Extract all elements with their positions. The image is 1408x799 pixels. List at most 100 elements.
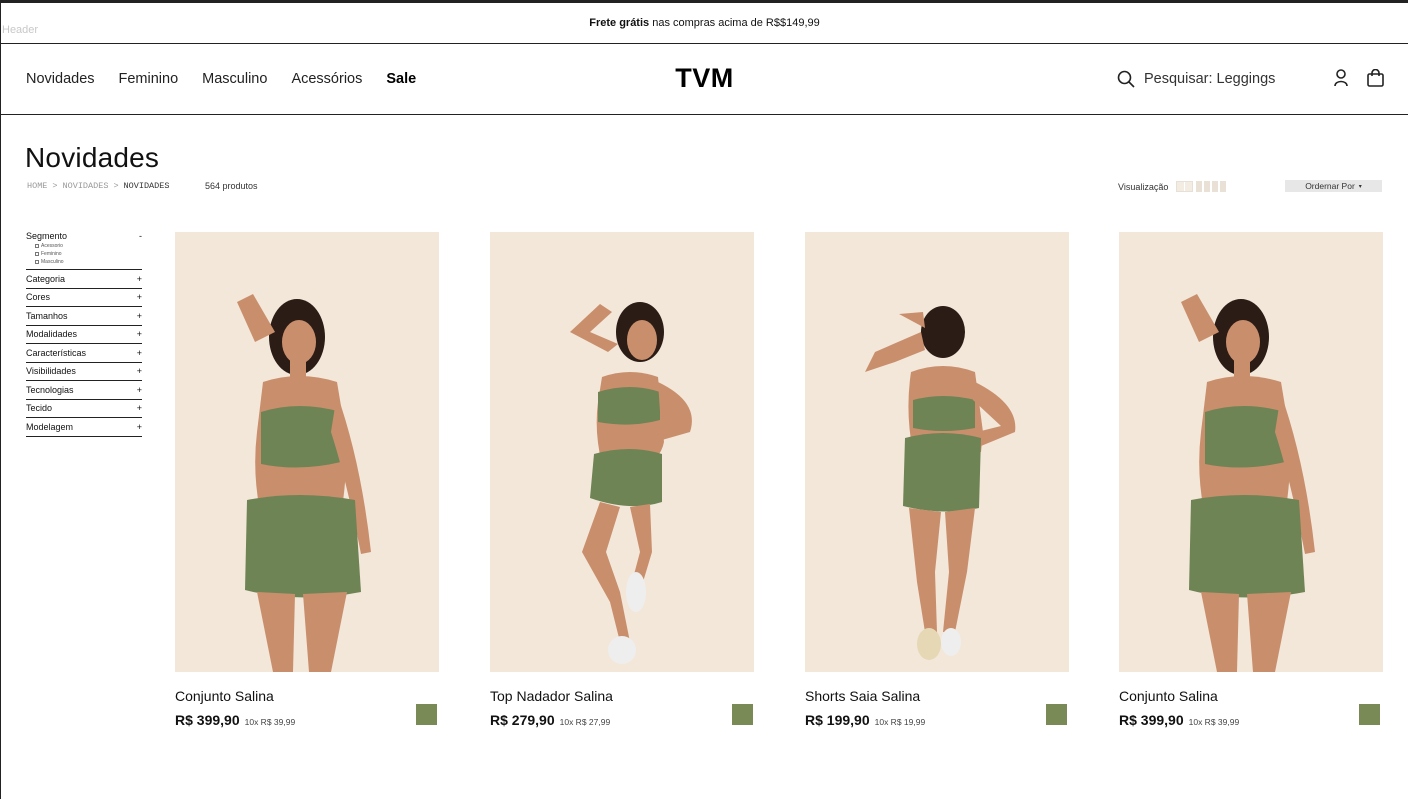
nav-sale[interactable]: Sale bbox=[386, 71, 416, 87]
filter-label: Modalidades bbox=[26, 329, 78, 340]
segmento-option-masculino[interactable]: Masculino bbox=[35, 258, 142, 266]
color-swatch[interactable] bbox=[416, 704, 437, 725]
product-card[interactable]: Conjunto Salina R$ 399,90 10x R$ 39,99 bbox=[175, 232, 439, 728]
color-swatch[interactable] bbox=[1359, 704, 1380, 725]
filter-tecido[interactable]: Tecido + bbox=[26, 400, 142, 418]
checkbox[interactable] bbox=[35, 260, 39, 264]
expand-icon: + bbox=[136, 310, 142, 321]
page-title: Novidades bbox=[25, 142, 160, 173]
promo-message: Frete grátis nas compras acima de R$$149… bbox=[1, 17, 1408, 29]
color-swatch[interactable] bbox=[732, 704, 753, 725]
filter-label: Tecido bbox=[26, 403, 53, 414]
filter-tamanhos[interactable]: Tamanhos + bbox=[26, 307, 142, 326]
view-toggles bbox=[1176, 181, 1227, 192]
search-field[interactable]: Pesquisar: Leggings bbox=[1117, 70, 1275, 88]
product-name[interactable]: Conjunto Salina bbox=[1119, 688, 1383, 704]
filter-tecnologias[interactable]: Tecnologias + bbox=[26, 381, 142, 400]
collapse-icon: - bbox=[139, 230, 142, 241]
filter-modelagem[interactable]: Modelagem + bbox=[26, 418, 142, 437]
filter-segmento-label: Segmento bbox=[26, 230, 68, 241]
product-count: 564 produtos bbox=[205, 181, 258, 191]
expand-icon: + bbox=[136, 384, 142, 395]
nav-acessorios[interactable]: Acessórios bbox=[291, 71, 362, 87]
product-price: R$ 399,90 bbox=[175, 712, 240, 728]
expand-icon: + bbox=[136, 366, 142, 377]
promo-rest: nas compras acima de R$$149,99 bbox=[649, 17, 820, 29]
product-name[interactable]: Top Nadador Salina bbox=[490, 688, 754, 704]
filter-sidebar: Segmento - Acessorio Feminino Masculino … bbox=[26, 229, 142, 437]
search-text: Pesquisar: Leggings bbox=[1144, 71, 1276, 87]
nav-feminino[interactable]: Feminino bbox=[119, 71, 179, 87]
filter-label: Cores bbox=[26, 292, 51, 303]
filter-label: Tecnologias bbox=[26, 384, 74, 395]
main-nav: Novidades Feminino Masculino Acessórios … bbox=[26, 71, 416, 87]
product-image[interactable] bbox=[1119, 232, 1383, 672]
view-two-columns-icon[interactable] bbox=[1176, 181, 1194, 192]
product-price: R$ 199,90 bbox=[805, 712, 870, 728]
price-row: R$ 399,90 10x R$ 39,99 bbox=[1119, 712, 1383, 728]
segmento-option-feminino[interactable]: Feminino bbox=[35, 250, 142, 258]
color-swatch[interactable] bbox=[1046, 704, 1067, 725]
product-price: R$ 279,90 bbox=[490, 712, 555, 728]
breadcrumb-novidades[interactable]: NOVIDADES bbox=[63, 181, 109, 191]
sort-label: Ordernar Por bbox=[1305, 181, 1355, 191]
filter-label: Visibilidades bbox=[26, 366, 76, 377]
segmento-options: Acessorio Feminino Masculino bbox=[26, 242, 142, 270]
user-icon[interactable] bbox=[1334, 69, 1348, 87]
brand-logo[interactable]: TVM bbox=[675, 63, 734, 93]
segmento-option-acessorio[interactable]: Acessorio bbox=[35, 242, 142, 250]
product-card[interactable]: Conjunto Salina R$ 399,90 10x R$ 39,99 bbox=[1119, 232, 1383, 728]
filter-cores[interactable]: Cores + bbox=[26, 289, 142, 307]
promo-bar: Header Frete grátis nas compras acima de… bbox=[1, 3, 1408, 44]
view-options: Visualização bbox=[1118, 181, 1227, 192]
promo-bold: Frete grátis bbox=[589, 17, 650, 29]
expand-icon: + bbox=[136, 292, 142, 303]
nav-novidades[interactable]: Novidades bbox=[26, 71, 95, 87]
filter-categoria[interactable]: Categoria + bbox=[26, 270, 142, 289]
product-image[interactable] bbox=[805, 232, 1069, 672]
checkbox[interactable] bbox=[35, 244, 39, 248]
filter-caracteristicas[interactable]: Características + bbox=[26, 344, 142, 363]
breadcrumb: HOME > NOVIDADES > NOVIDADES bbox=[27, 181, 169, 191]
filter-label: Características bbox=[26, 347, 87, 358]
expand-icon: + bbox=[136, 273, 142, 284]
product-image[interactable] bbox=[490, 232, 754, 672]
option-label: Feminino bbox=[41, 251, 62, 257]
expand-icon: + bbox=[136, 421, 142, 432]
view-label: Visualização bbox=[1118, 181, 1169, 192]
price-row: R$ 279,90 10x R$ 27,99 bbox=[490, 712, 754, 728]
product-image[interactable] bbox=[175, 232, 439, 672]
option-label: Masculino bbox=[41, 259, 64, 265]
breadcrumb-current: NOVIDADES bbox=[123, 181, 170, 191]
expand-icon: + bbox=[136, 347, 142, 358]
breadcrumb-separator: > bbox=[113, 181, 119, 191]
price-row: R$ 199,90 10x R$ 19,99 bbox=[805, 712, 1069, 728]
bag-icon[interactable] bbox=[1367, 69, 1384, 87]
product-name[interactable]: Shorts Saia Salina bbox=[805, 688, 1069, 704]
option-label: Acessorio bbox=[41, 243, 63, 249]
filter-label: Tamanhos bbox=[26, 310, 68, 321]
checkbox[interactable] bbox=[35, 252, 39, 256]
sort-dropdown[interactable]: Ordernar Por ▾ bbox=[1285, 180, 1382, 192]
filter-modalidades[interactable]: Modalidades + bbox=[26, 326, 142, 344]
expand-icon: + bbox=[136, 403, 142, 414]
price-row: R$ 399,90 10x R$ 39,99 bbox=[175, 712, 439, 728]
breadcrumb-separator: > bbox=[52, 181, 58, 191]
filter-label: Modelagem bbox=[26, 421, 74, 432]
product-installments: 10x R$ 39,99 bbox=[244, 717, 296, 727]
view-four-columns-icon[interactable] bbox=[1196, 181, 1227, 192]
filter-visibilidades[interactable]: Visibilidades + bbox=[26, 363, 142, 381]
product-name[interactable]: Conjunto Salina bbox=[175, 688, 439, 704]
product-installments: 10x R$ 19,99 bbox=[874, 717, 926, 727]
product-installments: 10x R$ 27,99 bbox=[559, 717, 611, 727]
filter-segmento[interactable]: Segmento - bbox=[26, 229, 142, 242]
product-installments: 10x R$ 39,99 bbox=[1188, 717, 1240, 727]
filter-label: Categoria bbox=[26, 273, 66, 284]
breadcrumb-home[interactable]: HOME bbox=[27, 181, 47, 191]
nav-masculino[interactable]: Masculino bbox=[202, 71, 267, 87]
chevron-down-icon: ▾ bbox=[1358, 183, 1362, 190]
product-price: R$ 399,90 bbox=[1119, 712, 1184, 728]
product-card[interactable]: Top Nadador Salina R$ 279,90 10x R$ 27,9… bbox=[490, 232, 754, 728]
site-header: Novidades Feminino Masculino Acessórios … bbox=[1, 44, 1408, 115]
product-card[interactable]: Shorts Saia Salina R$ 199,90 10x R$ 19,9… bbox=[805, 232, 1069, 728]
